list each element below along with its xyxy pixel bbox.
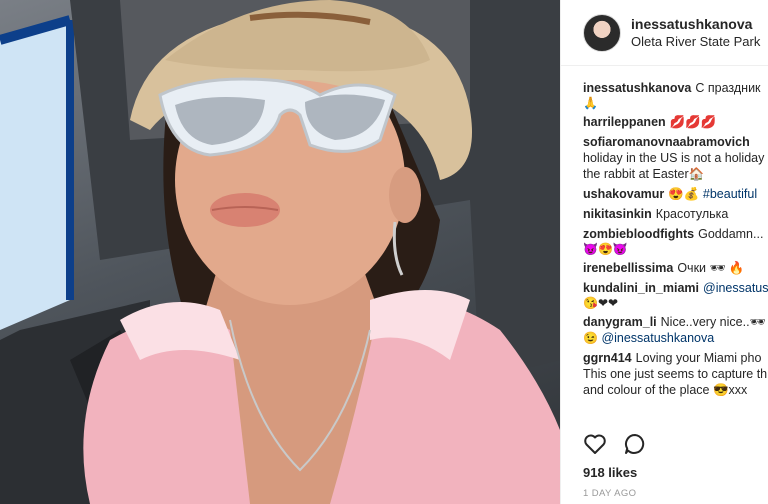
comment-text: Красотулька [655,207,729,221]
comment-user[interactable]: danygram_li [583,315,657,329]
likes-count[interactable]: 918 likes [583,465,637,480]
comment: danygram_li Nice..very nice..🕶 😉 @inessat… [583,314,768,346]
comment: ushakovamur 😍💰 #beautiful [583,186,768,202]
comment-text: 💋💋💋 [669,115,717,129]
comment-text: Nice..very nice..🕶 [660,315,766,329]
comment-emoji: 😉 [583,331,598,345]
comment-user[interactable]: inessatushkanova [583,81,691,95]
comment-emoji: 😘❤❤ [583,296,619,310]
comment-user[interactable]: zombiebloodfights [583,227,694,241]
comment-emoji: 😈😍😈 [583,242,628,256]
comments-list: inessatushkanova С праздник 🙏 harrileppan… [561,66,768,428]
comment-text: the rabbit at Easter🏠 [583,167,705,181]
comment-mention[interactable]: @inessatusi [703,281,768,295]
comment-user[interactable]: ggrn414 [583,351,632,365]
instagram-post: inessatushkanova Oleta River State Park … [0,0,768,504]
comment-user[interactable]: ushakovamur [583,187,664,201]
header-username[interactable]: inessatushkanova [631,16,760,33]
header-location[interactable]: Oleta River State Park [631,33,760,50]
comment-text: 😍💰 [668,187,700,201]
post-timestamp[interactable]: 1 DAY AGO [583,488,636,499]
heart-icon[interactable] [583,432,607,456]
comment-text: Goddamn... [698,227,764,241]
comment-mention[interactable]: @inessatushkanova [601,331,714,345]
avatar[interactable] [583,13,621,52]
comment-text: This one just seems to capture th [583,367,768,381]
post-photo[interactable] [0,0,560,504]
comment-text: and colour of the place 😎xxx [583,383,748,397]
comment-text: holiday in the US is not a holiday [583,151,765,165]
comment: nikitasinkin Красотулька [583,206,768,222]
car-window [0,20,70,330]
selfie-illustration [0,0,560,504]
comment-user[interactable]: harrileppanen [583,115,666,129]
comment-user[interactable]: sofiaromanovnaabramovich [583,135,750,149]
comment-hashtag[interactable]: #beautiful [703,187,757,201]
comment: zombiebloodfights Goddamn... 😈😍😈 [583,226,768,256]
post-actions [583,432,647,456]
comment: inessatushkanova С праздник 🙏 [583,80,768,110]
comment-icon[interactable] [623,432,647,456]
post-header: inessatushkanova Oleta River State Park [561,0,768,66]
comment: sofiaromanovnaabramovich holiday in the … [583,134,768,182]
comment: kundalini_in_miami @inessatusi 😘❤❤ [583,280,768,310]
comment-user[interactable]: nikitasinkin [583,207,652,221]
comment-text: Очки 🕶 🔥 [677,261,745,275]
comment-user[interactable]: kundalini_in_miami [583,281,699,295]
comment: harrileppanen 💋💋💋 [583,114,768,130]
comment-emoji: 🙏 [583,96,598,110]
comment-user[interactable]: irenebellissima [583,261,673,275]
comment: irenebellissima Очки 🕶 🔥 [583,260,768,276]
post-side-panel: inessatushkanova Oleta River State Park … [560,0,768,504]
comment-text: Loving your Miami pho [635,351,762,365]
comment: ggrn414 Loving your Miami pho This one ju… [583,350,768,398]
comment-text: С праздник [695,81,761,95]
